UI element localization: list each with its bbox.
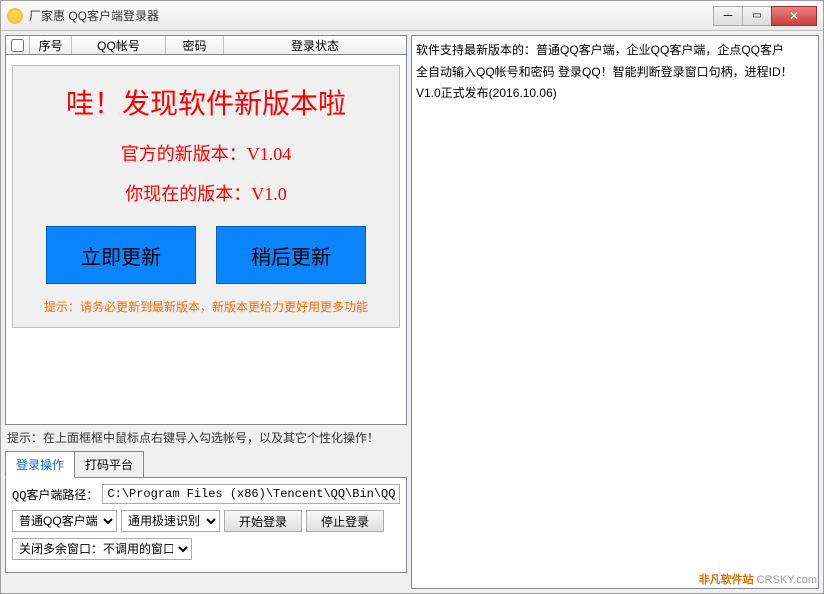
col-status: 登录状态 xyxy=(224,36,406,54)
window-title: 厂家惠 QQ客户端登录器 xyxy=(29,7,714,24)
current-version: 你现在的版本：V1.0 xyxy=(23,180,389,206)
update-dialog: 哇！发现软件新版本啦 官方的新版本：V1.04 你现在的版本：V1.0 立即更新… xyxy=(12,65,400,328)
recognition-mode-select[interactable]: 通用极速识别 xyxy=(121,510,220,532)
client-type-select[interactable]: 普通QQ客户端 xyxy=(12,510,117,532)
tab-login[interactable]: 登录操作 xyxy=(5,451,75,478)
official-version: 官方的新版本：V1.04 xyxy=(23,140,389,166)
update-later-button[interactable]: 稍后更新 xyxy=(216,226,366,284)
log-panel: 软件支持最新版本的：普通QQ客户端，企业QQ客户端，企点QQ客户 全自动输入QQ… xyxy=(411,35,819,589)
context-menu-tip: 提示：在上面框框中鼠标点右键导入勾选帐号，以及其它个性化操作！ xyxy=(7,429,405,446)
col-password: 密码 xyxy=(166,36,224,54)
accounts-table-header: 序号 QQ帐号 密码 登录状态 xyxy=(5,35,407,55)
tabs: 登录操作 打码平台 xyxy=(5,450,407,477)
tab-panel-login: QQ客户端路径： 普通QQ客户端 通用极速识别 开始登录 停止登录 关闭多余窗口… xyxy=(5,477,407,573)
stop-login-button[interactable]: 停止登录 xyxy=(306,510,384,532)
app-window: 厂家惠 QQ客户端登录器 － ▭ ✕ 序号 QQ帐号 密码 登录状态 哇！发现软… xyxy=(0,0,824,594)
titlebar: 厂家惠 QQ客户端登录器 － ▭ ✕ xyxy=(1,1,823,31)
left-panel: 序号 QQ帐号 密码 登录状态 哇！发现软件新版本啦 官方的新版本：V1.04 … xyxy=(5,35,407,589)
accounts-table-body[interactable]: 哇！发现软件新版本啦 官方的新版本：V1.04 你现在的版本：V1.0 立即更新… xyxy=(5,55,407,425)
minimize-button[interactable]: － xyxy=(713,6,743,26)
window-controls: － ▭ ✕ xyxy=(714,6,817,26)
qq-path-input[interactable] xyxy=(102,484,400,504)
log-line: 软件支持最新版本的：普通QQ客户端，企业QQ客户端，企点QQ客户 xyxy=(416,40,814,62)
col-account: QQ帐号 xyxy=(72,36,166,54)
log-line: 全自动输入QQ帐号和密码 登录QQ！智能判断登录窗口句柄，进程ID！ xyxy=(416,62,814,84)
col-index: 序号 xyxy=(30,36,72,54)
content-area: 序号 QQ帐号 密码 登录状态 哇！发现软件新版本啦 官方的新版本：V1.04 … xyxy=(1,31,823,593)
maximize-button[interactable]: ▭ xyxy=(742,6,772,26)
update-hint: 提示：请务必更新到最新版本，新版本更给力更好用更多功能 xyxy=(23,298,389,315)
update-now-button[interactable]: 立即更新 xyxy=(46,226,196,284)
qq-path-label: QQ客户端路径： xyxy=(12,486,98,503)
select-all-checkbox[interactable] xyxy=(11,39,24,52)
close-button[interactable]: ✕ xyxy=(771,6,817,26)
update-headline: 哇！发现软件新版本啦 xyxy=(23,82,389,122)
col-checkbox xyxy=(6,36,30,54)
start-login-button[interactable]: 开始登录 xyxy=(224,510,302,532)
tab-coding-platform[interactable]: 打码平台 xyxy=(74,451,144,478)
log-line: V1.0正式发布(2016.10.06) xyxy=(416,83,814,105)
app-icon xyxy=(7,8,23,24)
close-extra-window-select[interactable]: 关闭多余窗口：不调用的窗口 xyxy=(12,538,192,560)
